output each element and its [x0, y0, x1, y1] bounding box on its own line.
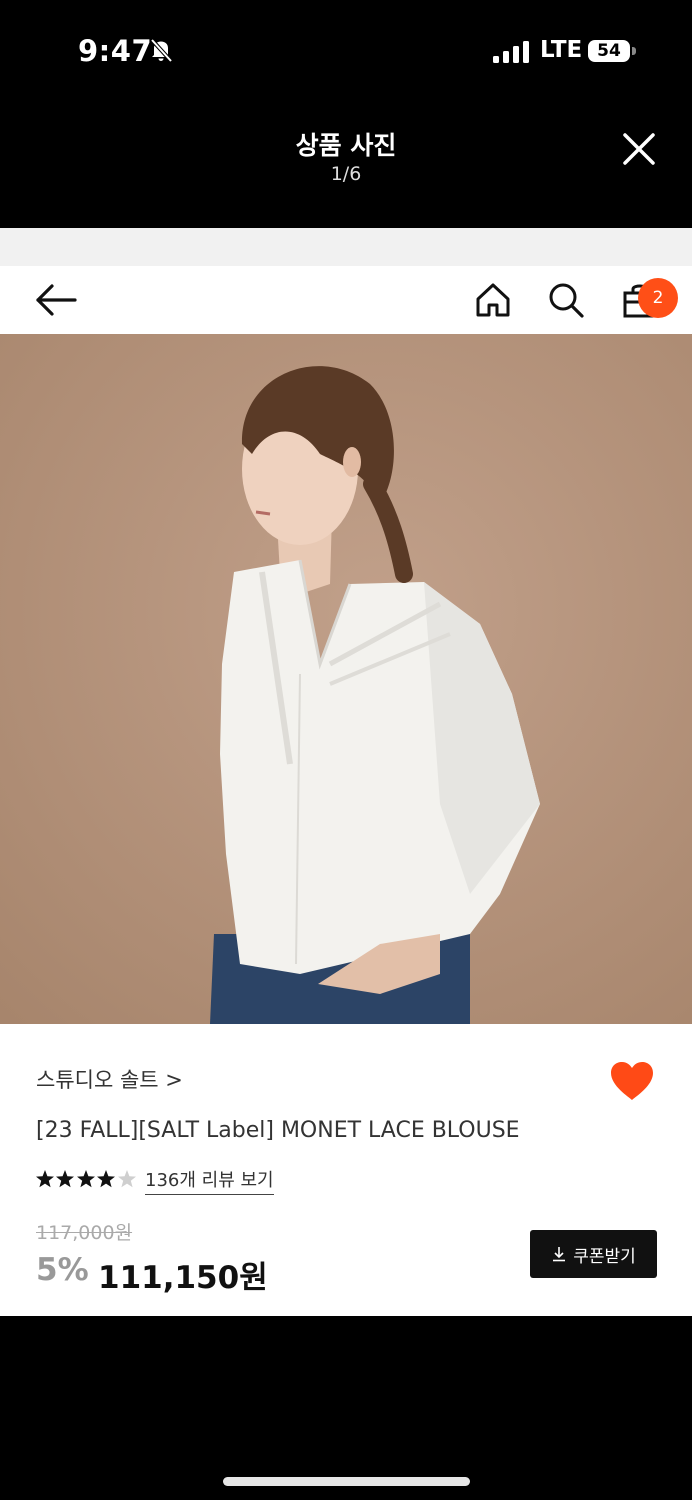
- battery-tip: [632, 47, 636, 55]
- original-price: 117,000원: [36, 1222, 133, 1244]
- coupon-label: 쿠폰받기: [573, 1246, 636, 1267]
- star-icon: [77, 1170, 95, 1188]
- discount-rate: 5%: [36, 1252, 89, 1288]
- product-nav-bar: 2: [0, 266, 692, 332]
- star-icon: [118, 1170, 136, 1188]
- star-icon: [36, 1170, 54, 1188]
- status-bar: 9:47 LTE 54: [0, 0, 692, 100]
- photo-counter: 1/6: [330, 163, 362, 185]
- top-strip: [0, 228, 692, 266]
- signal-icon: [493, 41, 529, 63]
- product-screenshot: 2 스튜디오 솔트 > [23 FALL][SALT Label] MONET …: [0, 228, 692, 1316]
- viewer-title: 상품 사진: [295, 131, 397, 160]
- home-icon[interactable]: [473, 280, 513, 320]
- product-info: 스튜디오 솔트 > [23 FALL][SALT Label] MONET LA…: [0, 1024, 692, 1316]
- status-time: 9:47: [78, 34, 153, 68]
- search-icon[interactable]: [546, 280, 586, 320]
- cart-count-badge: 2: [638, 278, 678, 318]
- sale-price: 111,150원: [98, 1260, 268, 1296]
- arrow-left-icon[interactable]: [34, 282, 78, 318]
- home-indicator[interactable]: [223, 1477, 470, 1486]
- bell-slash-icon: [150, 38, 173, 63]
- photo-viewer-header: 상품 사진 1/6: [0, 100, 692, 228]
- close-icon[interactable]: [620, 130, 658, 168]
- star-icon: [97, 1170, 115, 1188]
- review-link[interactable]: 136개 리뷰 보기: [145, 1166, 274, 1195]
- download-icon: [553, 1247, 566, 1262]
- product-name: [23 FALL][SALT Label] MONET LACE BLOUSE: [36, 1118, 520, 1143]
- star-icon: [56, 1170, 74, 1188]
- network-type: LTE: [540, 37, 583, 63]
- heart-icon[interactable]: [609, 1060, 655, 1102]
- rating-stars: [36, 1170, 136, 1188]
- battery-indicator: 54: [588, 40, 630, 62]
- product-photo[interactable]: [0, 334, 692, 1024]
- brand-link[interactable]: 스튜디오 솔트 >: [36, 1064, 183, 1094]
- coupon-button[interactable]: 쿠폰받기: [530, 1230, 657, 1278]
